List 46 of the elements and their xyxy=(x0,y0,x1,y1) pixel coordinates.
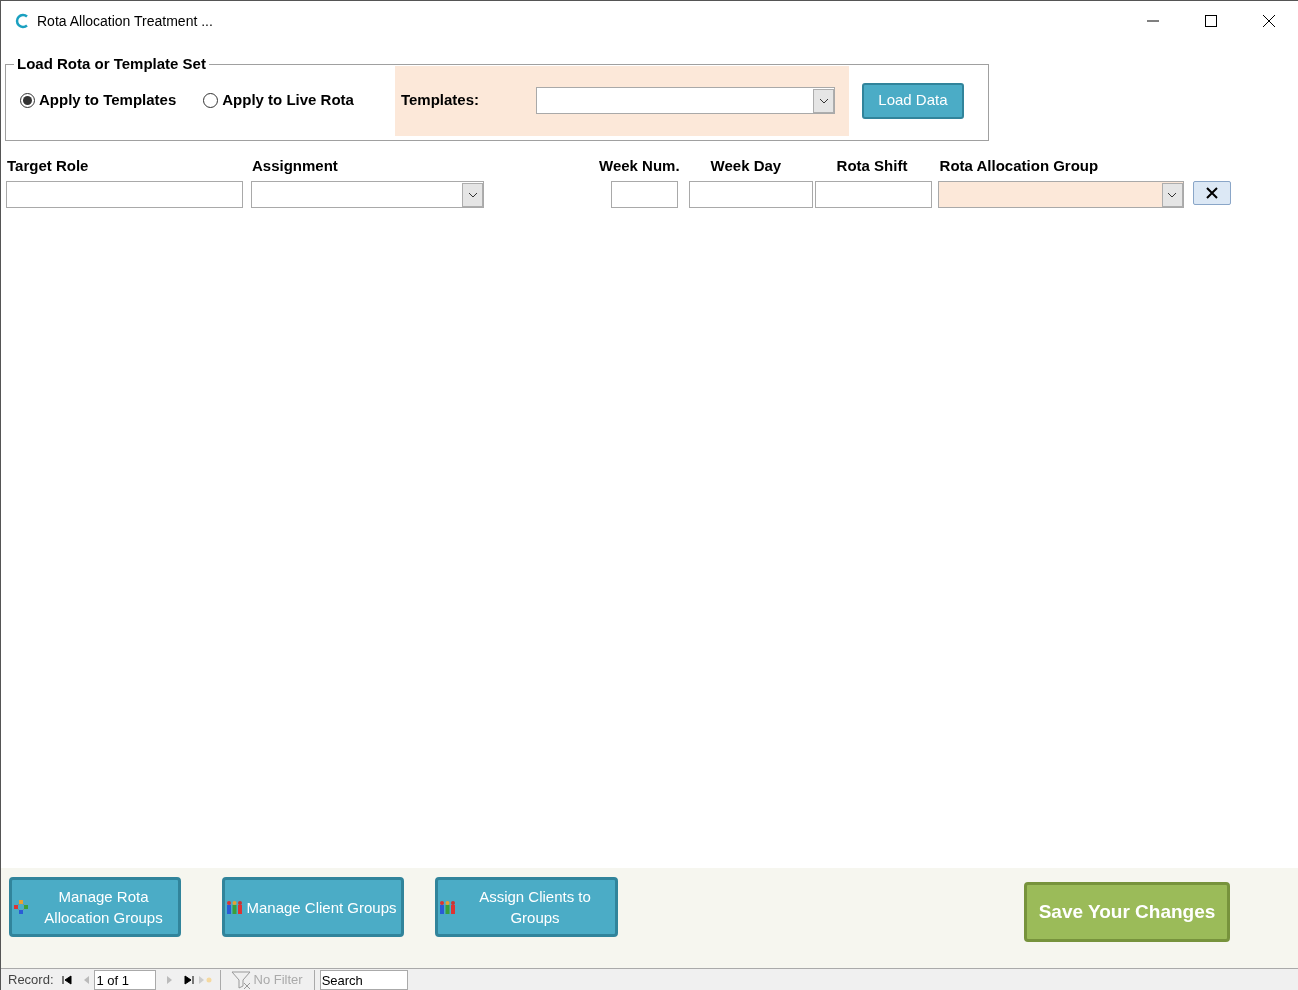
clear-button[interactable] xyxy=(1192,181,1231,205)
close-icon xyxy=(1263,15,1275,27)
dropdown-arrow-button[interactable] xyxy=(462,182,483,207)
network-nodes-icon xyxy=(13,900,30,914)
input-field[interactable] xyxy=(611,181,678,208)
next-record-icon[interactable] xyxy=(165,974,174,985)
group-legend: Load Rota or Template Set xyxy=(14,53,209,76)
first-record-icon[interactable] xyxy=(61,974,72,985)
dropdown-field[interactable] xyxy=(937,181,1184,208)
record-position-field[interactable]: 1 of 1 xyxy=(93,969,156,990)
footer-button[interactable]: Manage Rota Allocation Groups xyxy=(9,877,181,937)
minimize-icon xyxy=(1147,20,1159,22)
templates-dropdown[interactable] xyxy=(536,87,835,114)
search-field[interactable]: Search xyxy=(319,969,408,990)
field-label: Rota Allocation Group xyxy=(939,156,1100,176)
filter-status[interactable]: No Filter xyxy=(253,969,303,990)
dropdown-field[interactable] xyxy=(251,181,484,208)
input-field[interactable] xyxy=(688,181,813,208)
templates-label: Templates: xyxy=(400,90,479,111)
chevron-down-icon xyxy=(467,191,478,198)
save-button[interactable]: Save Your Changes xyxy=(1024,882,1230,942)
field-label: Assignment xyxy=(252,156,339,176)
dropdown-arrow-button[interactable] xyxy=(1161,182,1183,207)
record-label: Record: xyxy=(8,970,54,989)
chevron-down-icon xyxy=(1167,191,1178,198)
field-label: Rota Shift xyxy=(836,156,909,176)
footer-button[interactable]: Manage Client Groups xyxy=(222,877,404,937)
maximize-icon xyxy=(1205,15,1217,27)
field-label: Week Num. xyxy=(599,156,680,176)
input-field[interactable] xyxy=(814,181,932,208)
radio-option[interactable]: Apply to Templates xyxy=(20,89,177,112)
filter-icon[interactable] xyxy=(230,970,253,989)
people-icon xyxy=(226,899,243,915)
input-field[interactable] xyxy=(6,181,243,208)
people-icon xyxy=(439,899,456,915)
footer-button[interactable]: Assign Clients to Groups xyxy=(435,877,618,937)
dropdown-arrow-button[interactable] xyxy=(813,88,834,113)
x-icon xyxy=(1205,187,1218,199)
load-data-button[interactable]: Load Data xyxy=(861,82,964,119)
field-label: Target Role xyxy=(7,156,90,176)
app-logo-icon xyxy=(15,13,29,29)
radio-option[interactable]: Apply to Live Rota xyxy=(203,89,354,112)
last-record-icon[interactable] xyxy=(183,974,194,985)
field-label: Week Day xyxy=(710,156,783,176)
chevron-down-icon xyxy=(818,97,829,104)
window-title: Rota Allocation Treatment ... xyxy=(37,11,213,31)
